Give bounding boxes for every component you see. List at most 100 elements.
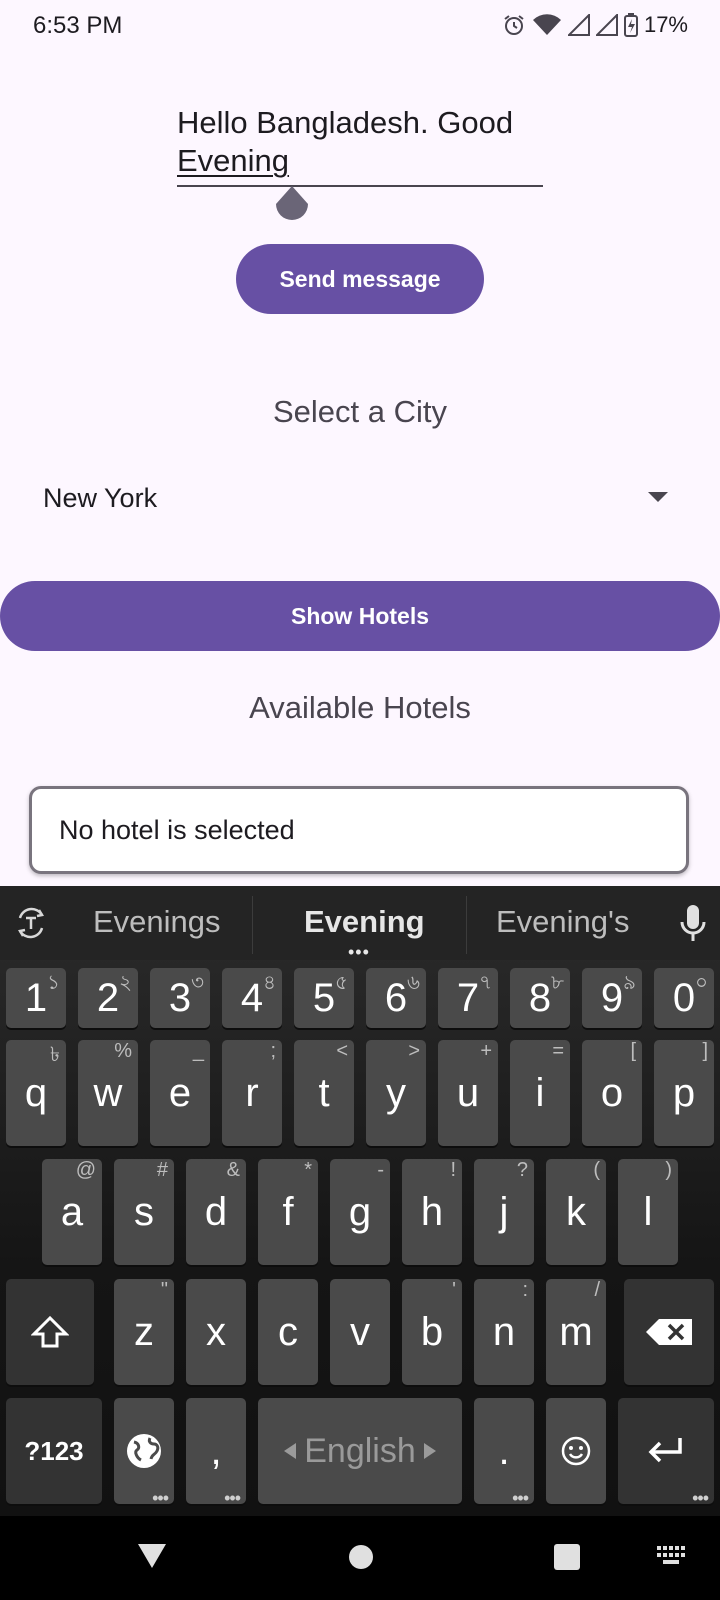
- key-label: z: [134, 1309, 154, 1354]
- key-hint: ): [665, 1159, 672, 1181]
- message-input[interactable]: Hello Bangladesh. Good Evening: [177, 104, 543, 190]
- key-3[interactable]: 3৩: [150, 968, 210, 1028]
- key-label: o: [600, 1070, 624, 1115]
- key-hint: [: [630, 1040, 636, 1062]
- key-l[interactable]: l): [618, 1159, 678, 1265]
- home-icon[interactable]: [348, 1544, 374, 1570]
- alarm-icon: [504, 15, 524, 35]
- text-cursor-handle[interactable]: [274, 186, 310, 224]
- key-y[interactable]: y >: [366, 1040, 426, 1146]
- long-press-dots: •••: [692, 1488, 709, 1508]
- backspace-key[interactable]: [624, 1279, 714, 1385]
- symbols-key[interactable]: ?123: [6, 1398, 102, 1504]
- suggestion-2[interactable]: Evening: [304, 904, 425, 940]
- key-x[interactable]: x: [186, 1279, 246, 1385]
- key-5[interactable]: 5৫: [294, 968, 354, 1028]
- shift-key[interactable]: [6, 1279, 94, 1385]
- key-label: s: [134, 1189, 154, 1234]
- dropdown-arrow-icon: [648, 492, 668, 502]
- key-label: a: [60, 1189, 84, 1234]
- show-hotels-button[interactable]: Show Hotels: [0, 581, 720, 651]
- comma-key-label: ,: [210, 1428, 222, 1473]
- key-hint: ': [452, 1279, 456, 1301]
- key-label: t: [318, 1070, 330, 1115]
- key-i[interactable]: i =: [510, 1040, 570, 1146]
- key-label: p: [672, 1070, 696, 1115]
- send-message-button[interactable]: Send message: [236, 244, 484, 314]
- key-label: c: [278, 1309, 298, 1354]
- key-q[interactable]: q ৳: [6, 1040, 66, 1146]
- key-d[interactable]: d &: [186, 1159, 246, 1265]
- key-label: k: [566, 1189, 586, 1234]
- key-7[interactable]: 7৭: [438, 968, 498, 1028]
- status-time: 6:53 PM: [33, 12, 123, 39]
- globe-icon: [127, 1434, 161, 1468]
- language-switch-key[interactable]: •••: [114, 1398, 174, 1507]
- hotel-selection-box[interactable]: No hotel is selected: [29, 786, 689, 874]
- key-h[interactable]: h!: [402, 1159, 462, 1265]
- key-o[interactable]: o[: [582, 1040, 642, 1146]
- key-0[interactable]: 0০: [654, 968, 714, 1028]
- key-hint: ২: [118, 972, 132, 994]
- key-label: h: [420, 1189, 444, 1234]
- key-label: f: [282, 1189, 294, 1234]
- suggestion-1[interactable]: Evenings: [93, 904, 221, 940]
- key-m[interactable]: m /: [546, 1279, 606, 1385]
- key-label: b: [420, 1309, 444, 1354]
- message-line-1: Hello Bangladesh. Good: [177, 105, 514, 140]
- microphone-icon[interactable]: [678, 904, 708, 944]
- key-g[interactable]: g-: [330, 1159, 390, 1265]
- comma-key[interactable]: , •••: [186, 1398, 246, 1507]
- key-hint: @: [75, 1159, 96, 1181]
- back-icon[interactable]: [136, 1542, 168, 1570]
- key-hint: (: [593, 1159, 600, 1181]
- key-b[interactable]: b ': [402, 1279, 462, 1385]
- key-label: 3: [168, 975, 192, 1020]
- key-label: v: [350, 1309, 370, 1354]
- key-label: 5: [312, 975, 336, 1020]
- key-hint: ৭: [478, 972, 492, 994]
- key-label: x: [206, 1309, 226, 1354]
- wifi-icon: [532, 14, 561, 36]
- period-key[interactable]: . •••: [474, 1398, 534, 1507]
- key-6[interactable]: 6৬: [366, 968, 426, 1028]
- keyboard-switch-icon[interactable]: [657, 1546, 687, 1566]
- key-2[interactable]: 2২: [78, 968, 138, 1028]
- key-z[interactable]: z ": [114, 1279, 174, 1385]
- translate-icon[interactable]: [14, 906, 48, 940]
- suggestion-3[interactable]: Evening's: [496, 904, 629, 940]
- key-a[interactable]: a @: [42, 1159, 102, 1265]
- key-s[interactable]: s #: [114, 1159, 174, 1265]
- key-hint: ]: [702, 1040, 708, 1062]
- key-c[interactable]: c: [258, 1279, 318, 1385]
- key-k[interactable]: k(: [546, 1159, 606, 1265]
- key-p[interactable]: p]: [654, 1040, 714, 1146]
- key-label: g: [348, 1189, 372, 1234]
- key-label: q: [24, 1070, 48, 1115]
- key-n[interactable]: n:: [474, 1279, 534, 1385]
- key-v[interactable]: v: [330, 1279, 390, 1385]
- key-r[interactable]: r;: [222, 1040, 282, 1146]
- key-j[interactable]: j?: [474, 1159, 534, 1265]
- key-f[interactable]: f *: [258, 1159, 318, 1265]
- space-key[interactable]: English: [258, 1398, 462, 1504]
- key-8[interactable]: 8৮: [510, 968, 570, 1028]
- key-hint: ৫: [335, 972, 348, 994]
- emoji-key[interactable]: [546, 1398, 606, 1504]
- key-hint: =: [552, 1040, 564, 1062]
- key-9[interactable]: 9৯: [582, 968, 642, 1028]
- recents-icon[interactable]: [554, 1544, 580, 1570]
- key-t[interactable]: t <: [294, 1040, 354, 1146]
- space-key-label: English: [304, 1431, 416, 1470]
- key-4[interactable]: 4৪: [222, 968, 282, 1028]
- key-hint: >: [408, 1040, 420, 1062]
- key-label: w: [93, 1070, 123, 1115]
- key-u[interactable]: u +: [438, 1040, 498, 1146]
- key-label: y: [386, 1070, 406, 1115]
- key-w[interactable]: w%: [78, 1040, 138, 1146]
- key-hint: !: [450, 1159, 456, 1181]
- key-1[interactable]: 1১: [6, 968, 66, 1028]
- key-e[interactable]: e _: [150, 1040, 210, 1146]
- city-dropdown[interactable]: New York: [22, 466, 682, 530]
- enter-key[interactable]: •••: [618, 1398, 714, 1508]
